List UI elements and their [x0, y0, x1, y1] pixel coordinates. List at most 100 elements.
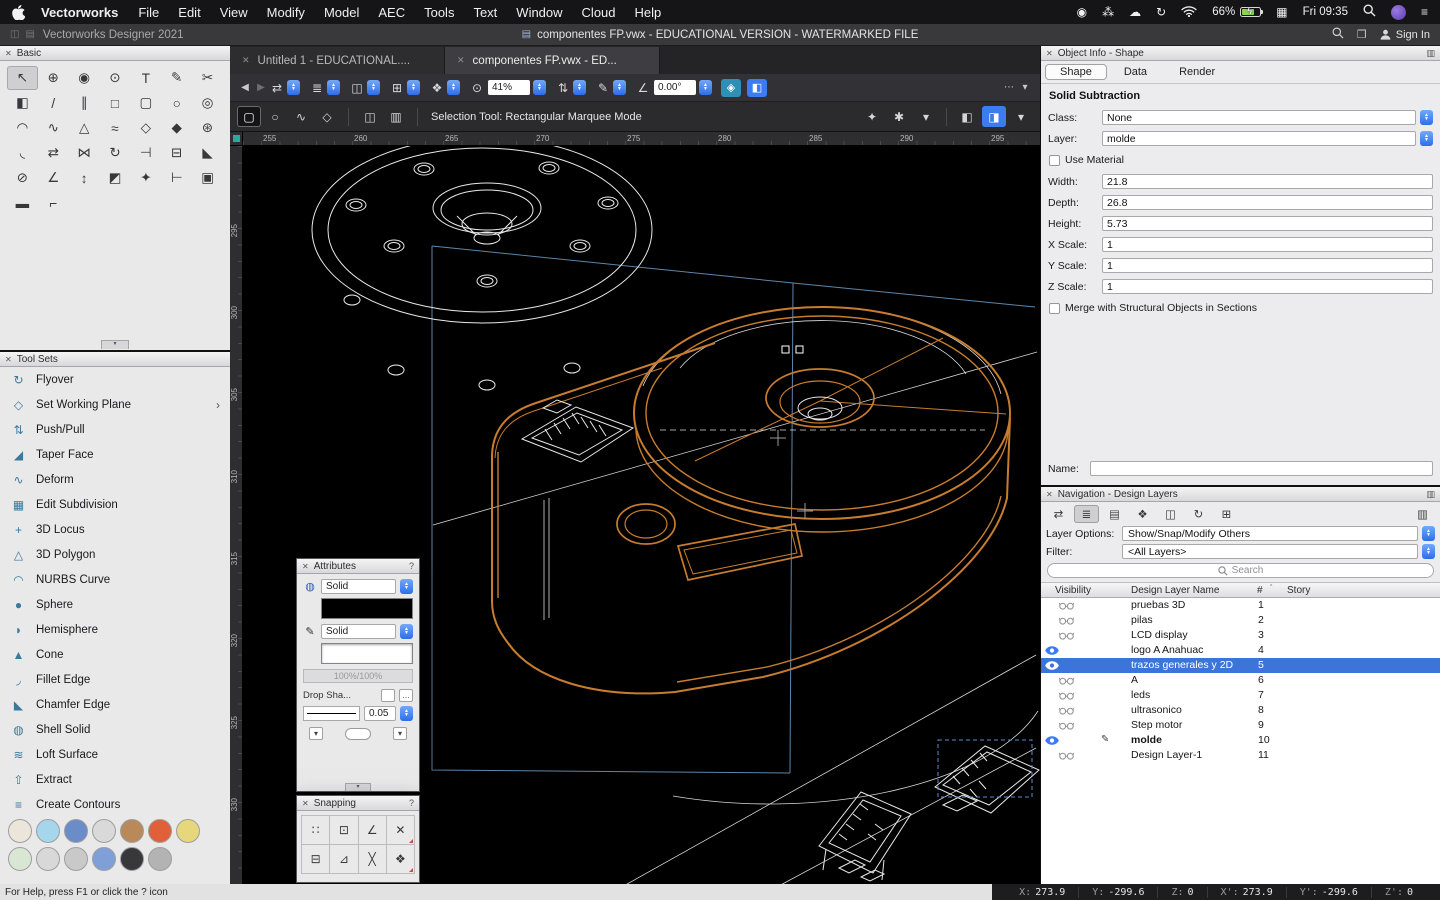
spotlight-icon[interactable] [1363, 4, 1376, 20]
y-scale-field[interactable]: 1 [1102, 258, 1433, 273]
visibility-cell[interactable] [1041, 658, 1127, 673]
fit-view-control[interactable]: ⇅ [555, 80, 586, 95]
snap-to-distance[interactable]: ⊟ [302, 845, 330, 873]
angle-control[interactable]: ∠ 0.00° [635, 80, 712, 95]
menu-edit[interactable]: Edit [178, 5, 200, 20]
overflow-button[interactable]: ⋯ [1001, 82, 1017, 93]
col-design-layer-name[interactable]: Design Layer Name [1131, 585, 1219, 596]
hidden-glasses-icon[interactable] [1059, 752, 1074, 760]
layer-row-leds[interactable]: leds 7 [1041, 688, 1440, 703]
menu-aec[interactable]: AEC [378, 5, 405, 20]
close-icon[interactable]: ✕ [1046, 49, 1053, 58]
merge-structural-checkbox[interactable] [1049, 302, 1060, 314]
smart-edge[interactable]: ⊿ [330, 845, 358, 873]
layer-row-lcd-display[interactable]: LCD display 3 [1041, 628, 1440, 643]
toolset-icon-pen[interactable] [36, 847, 60, 871]
pen-color-swatch[interactable] [321, 643, 413, 664]
layer-view-control[interactable]: ≣ [309, 80, 340, 95]
tab-close-icon[interactable]: ✕ [242, 55, 250, 66]
visibility-cell[interactable] [1041, 628, 1127, 643]
menu-model[interactable]: Model [324, 5, 359, 20]
control-center-icon[interactable]: ≡ [1421, 5, 1428, 19]
design-layers-icon[interactable]: ≣ [1074, 505, 1099, 523]
view-sync-control[interactable]: ⇄ [269, 80, 300, 95]
classes-icon[interactable]: ❖ [1130, 505, 1155, 523]
attributes-titlebar[interactable]: ✕ Attributes ? [297, 559, 419, 574]
toolset-icon-droplet[interactable] [36, 819, 60, 843]
snap-to-object[interactable]: ⊡ [330, 816, 358, 844]
grid-control[interactable]: ⊞ [389, 80, 420, 95]
menu-window[interactable]: Window [516, 5, 562, 20]
pen-style-popup[interactable] [400, 624, 413, 639]
tool-offset[interactable]: ⇄ [38, 141, 69, 165]
tool-polygon[interactable]: ◇ [130, 116, 161, 140]
display-icon[interactable]: ▦ [1276, 5, 1287, 19]
tab-untitled-1[interactable]: ✕ Untitled 1 - EDUCATIONAL.... [230, 47, 445, 74]
attr-resource-button[interactable] [345, 727, 371, 740]
toolset-item-3d-polygon[interactable]: △ 3D Polygon [0, 542, 230, 567]
rectangular-marquee-mode[interactable]: ▢ [237, 106, 261, 127]
toolset-item-extract[interactable]: ⇧ Extract [0, 767, 230, 792]
tool-sets-titlebar[interactable]: ✕ Tool Sets [0, 352, 230, 367]
toolset-item-set-working-plane[interactable]: ◇ Set Working Plane › [0, 392, 230, 417]
toolset-item-3d-locus[interactable]: +3D Locus [0, 517, 230, 542]
battery-indicator[interactable]: 66% ϟ [1212, 6, 1264, 18]
menu-cloud[interactable]: Cloud [582, 5, 616, 20]
toolset-item-nurbs-curve[interactable]: ◠ NURBS Curve [0, 567, 230, 592]
toolset-icon-flame[interactable] [148, 819, 172, 843]
gear-chevron[interactable]: ▾ [914, 106, 938, 127]
navigation-titlebar[interactable]: ✕ Navigation - Design Layers ▥ [1041, 487, 1440, 502]
tool-freehand[interactable]: ∿ [38, 116, 69, 140]
references-icon[interactable]: ⊞ [1214, 505, 1239, 523]
saved-views-icon[interactable]: ↻ [1186, 505, 1211, 523]
tool-pan[interactable]: ⊕ [38, 66, 69, 90]
toolset-icon-sphere[interactable] [64, 819, 88, 843]
basic-palette-titlebar[interactable]: ✕ Basic [0, 46, 230, 61]
filter-select[interactable]: <All Layers> [1122, 544, 1418, 559]
visibility-cell[interactable] [1041, 673, 1127, 688]
toolset-item-taper-face[interactable]: ◢ Taper Face [0, 442, 230, 467]
tool-eyedropper[interactable]: ✦ [130, 166, 161, 190]
layer-select[interactable]: molde [1102, 131, 1416, 146]
tool-rectangle[interactable]: □ [100, 91, 131, 115]
close-icon[interactable]: ✕ [5, 355, 12, 364]
tool-protractor[interactable]: ∠ [38, 166, 69, 190]
visibility-cell[interactable] [1041, 703, 1127, 718]
toolset-icon-pot[interactable] [120, 819, 144, 843]
symbol-insertion-mode[interactable]: ▥ [384, 106, 408, 127]
view-preset-button[interactable]: ◧ [747, 78, 767, 97]
user-avatar[interactable] [1390, 4, 1406, 20]
auto-plane-cube-button[interactable]: ◨ [982, 106, 1006, 127]
tool-circle[interactable]: ◎ [192, 91, 223, 115]
pen-style-select[interactable]: Solid [321, 624, 396, 639]
tool-reshape[interactable]: ▬ [7, 191, 38, 215]
menu-view[interactable]: View [220, 5, 248, 20]
view-sync-control-popup[interactable] [287, 80, 300, 95]
layer-table-header[interactable]: Visibility Design Layer Name # ˆ Story [1041, 582, 1440, 598]
snap-loci[interactable]: ❖ [386, 845, 414, 873]
tool-mirror[interactable]: ⋈ [69, 141, 100, 165]
height-field[interactable]: 5.73 [1102, 216, 1433, 231]
plane-mode-control-popup[interactable] [367, 80, 380, 95]
zoom-popup[interactable] [533, 80, 546, 95]
toolset-item-create-contours[interactable]: ≡ Create Contours [0, 792, 230, 817]
filter-popup[interactable] [1422, 544, 1435, 559]
visibility-cell[interactable] [1041, 643, 1127, 658]
snapping-titlebar[interactable]: ✕ Snapping ? [297, 796, 419, 811]
toolset-icon-gear[interactable] [148, 847, 172, 871]
close-icon[interactable]: ✕ [302, 562, 309, 571]
layer-options-select[interactable]: Show/Snap/Modify Others [1122, 526, 1418, 541]
tool-visibility[interactable]: ◧ [7, 91, 38, 115]
x-scale-field[interactable]: 1 [1102, 237, 1433, 252]
tool-double-line[interactable]: ∥ [69, 91, 100, 115]
drop-shadow-toggle[interactable] [381, 689, 395, 702]
toolset-item-chamfer-edge[interactable]: ◣ Chamfer Edge [0, 692, 230, 717]
toolset-item-cone[interactable]: ▲ Cone [0, 642, 230, 667]
tool-rounded-rectangle[interactable]: ▢ [130, 91, 161, 115]
toolset-icon-dark-sphere[interactable] [120, 847, 144, 871]
hidden-glasses-icon[interactable] [1059, 617, 1074, 625]
back-button[interactable]: ◀ [237, 82, 253, 93]
layer-row-logo-a-anahuac[interactable]: logo A Anahuac 4 [1041, 643, 1440, 658]
tab-data[interactable]: Data [1109, 64, 1162, 80]
layer-popup[interactable] [1420, 131, 1433, 146]
